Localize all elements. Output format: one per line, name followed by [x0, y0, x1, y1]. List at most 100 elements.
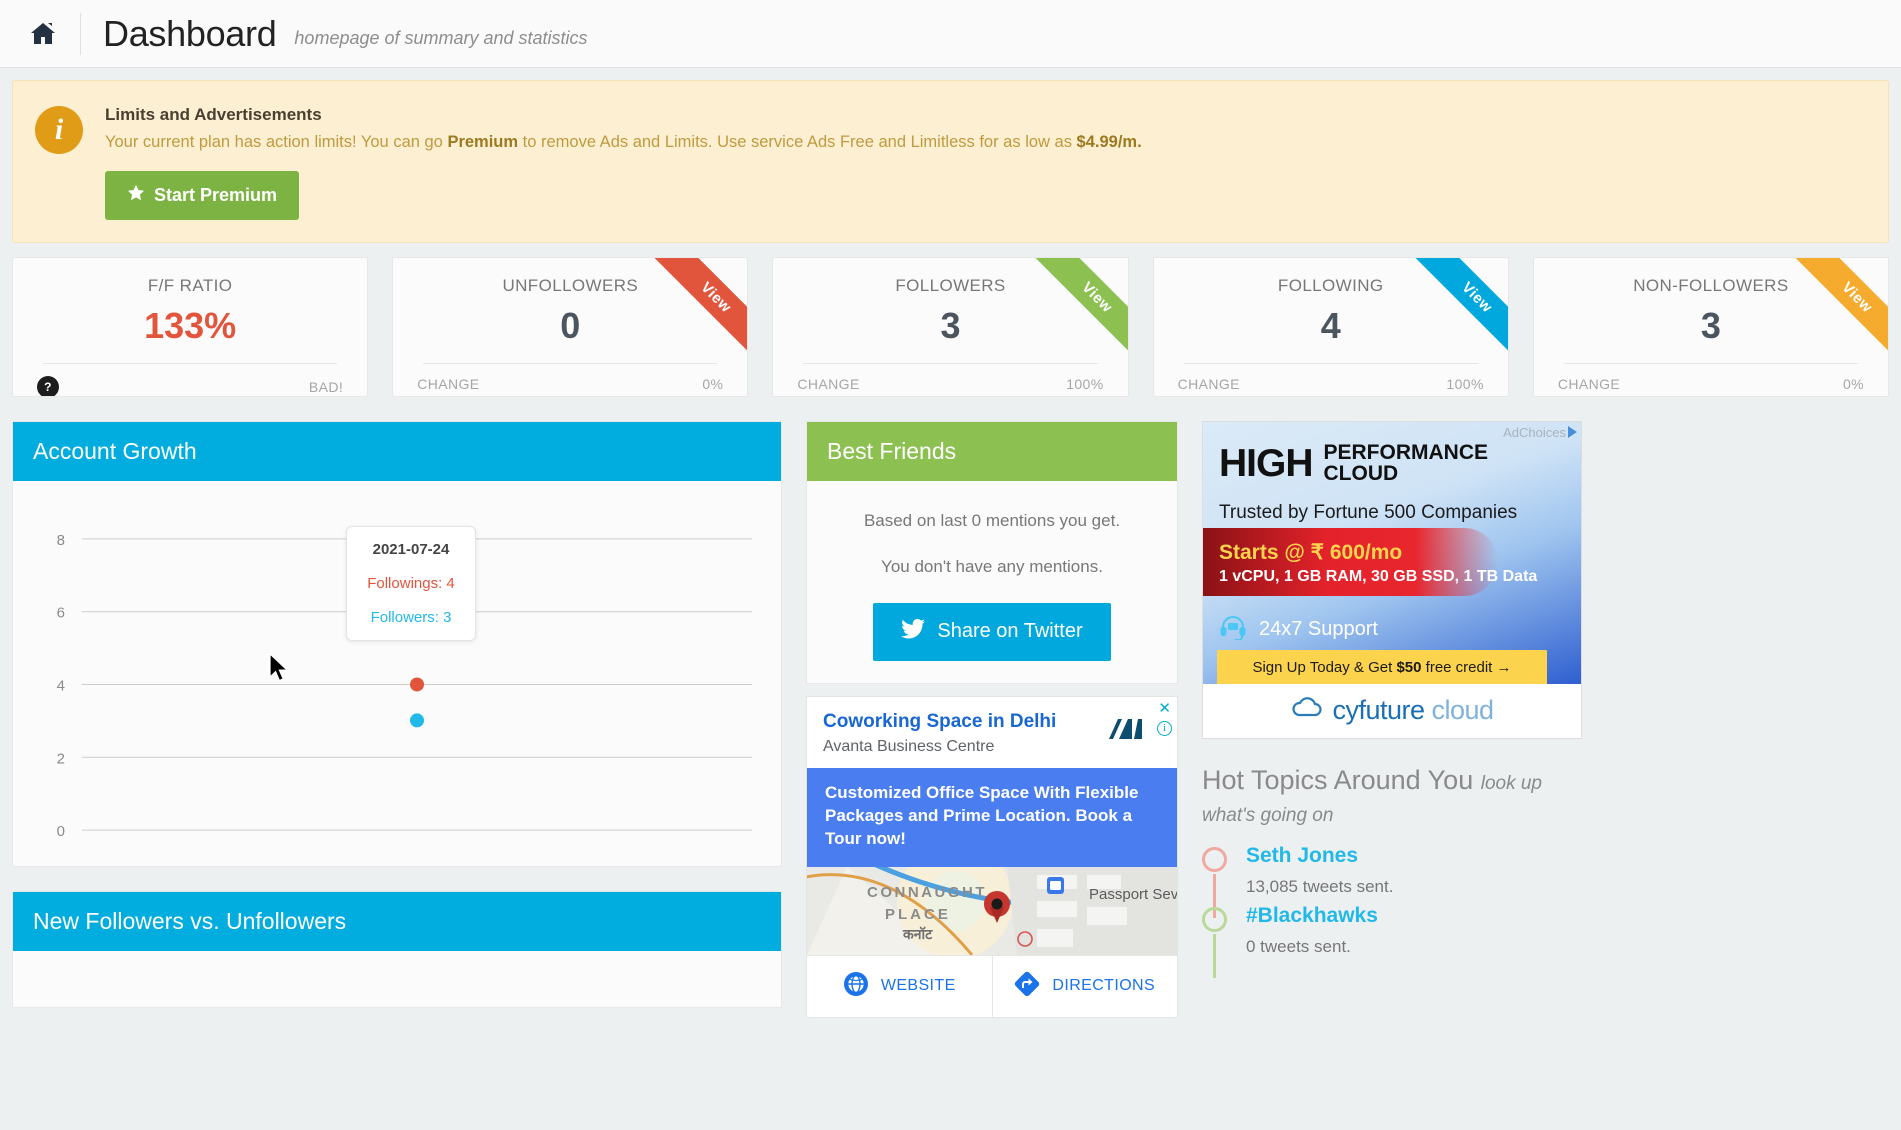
google-ad-map[interactable]: CONNAUGHT PLACE कनॉट Passport Sev [807, 866, 1177, 955]
stats-row: F/F RATIO 133% ? BAD! View UNFOLLOWERS 0… [12, 256, 1890, 397]
hot-topic-title[interactable]: #Blackhawks [1246, 904, 1378, 928]
right-ad-creative: AdChoices HIGH PERFORMANCE CLOUD Trusted… [1203, 421, 1581, 684]
alert-text-1: Your current plan has action limits! You… [105, 133, 448, 151]
account-growth-title: Account Growth [13, 421, 781, 481]
stat-foot-right: 0% [1842, 375, 1865, 392]
question-mark-icon[interactable]: ? [37, 375, 59, 396]
adchoices-badge[interactable]: AdChoices [1503, 425, 1577, 440]
stat-foot-right: BAD! [308, 378, 344, 395]
right-ad-price: Starts @ ₹ 600/mo [1219, 540, 1403, 564]
stat-footer: CHANGE 0% [1558, 376, 1864, 392]
stat-value: 4 [1320, 304, 1341, 346]
hot-topic-count: 13,085 tweets sent. [1246, 876, 1394, 896]
svg-text:कनॉट: कनॉट [902, 926, 933, 942]
website-button[interactable]: WEBSITE [807, 956, 992, 1017]
adchoices-triangle-icon [1568, 426, 1577, 439]
hot-topic-dot-icon [1202, 906, 1227, 932]
hot-topics-title: Hot Topics Around You [1202, 764, 1474, 795]
stat-divider [43, 362, 338, 364]
new-followers-title: New Followers vs. Unfollowers [13, 891, 781, 951]
tooltip-followings: Followings: 4 [367, 574, 455, 592]
stat-foot-right: 100% [1066, 375, 1104, 392]
stat-value: 3 [940, 304, 961, 346]
right-ad-cta-button[interactable]: Sign Up Today & Get $50 free credit → [1217, 649, 1547, 684]
brand-part2: cloud [1424, 695, 1494, 726]
svg-text:2: 2 [57, 750, 65, 767]
google-ad-banner[interactable]: Customized Office Space With Flexible Pa… [807, 767, 1177, 867]
limits-alert: i Limits and Advertisements Your current… [12, 80, 1889, 243]
page-title: Dashboard [103, 12, 277, 54]
alert-message: Your current plan has action limits! You… [105, 131, 1142, 155]
cta-bold: $50 [1396, 658, 1422, 676]
stat-divider [1563, 362, 1859, 364]
home-icon[interactable] [28, 19, 58, 49]
stat-label: FOLLOWERS [895, 275, 1006, 295]
stat-card-following: View FOLLOWING 4 CHANGE 100% [1152, 256, 1509, 397]
svg-text:6: 6 [57, 605, 65, 622]
hot-topics-list: Seth Jones 13,085 tweets sent. #Blackhaw… [1202, 843, 1582, 978]
best-friends-panel: Best Friends Based on last 0 mentions yo… [806, 420, 1178, 684]
directions-button[interactable]: DIRECTIONS [991, 955, 1178, 1017]
right-ad-headline-line1: PERFORMANCE [1323, 440, 1489, 464]
stat-card-unfollowers: View UNFOLLOWERS 0 CHANGE 0% [392, 256, 749, 397]
stat-footer: ? BAD! [37, 375, 344, 396]
adchoices-label: AdChoices [1503, 424, 1566, 440]
hot-topic-content: #Blackhawks 0 tweets sent. [1246, 903, 1378, 957]
start-premium-button[interactable]: Start Premium [105, 170, 300, 220]
cloud-icon [1290, 696, 1324, 725]
best-friends-line1: Based on last 0 mentions you get. [863, 510, 1121, 530]
stat-card-ff-ratio: F/F RATIO 133% ? BAD! [12, 256, 369, 397]
stat-divider [1183, 362, 1478, 364]
stat-foot-right: 0% [702, 375, 724, 392]
list-item[interactable]: #Blackhawks 0 tweets sent. [1202, 903, 1582, 978]
stat-foot-left: CHANGE [1557, 375, 1621, 392]
alert-title: Limits and Advertisements [105, 105, 322, 124]
svg-text:Passport Sev: Passport Sev [1089, 886, 1177, 903]
left-column: Account Growth 8 6 4 2 0 2021-07-24 Foll… [12, 420, 782, 1008]
stat-label: F/F RATIO [147, 275, 233, 295]
stat-footer: CHANGE 0% [417, 376, 723, 392]
globe-icon [843, 971, 869, 1002]
cta-post: free credit → [1421, 658, 1512, 676]
alert-text-2: to remove Ads and Limits. Use service Ad… [518, 133, 1077, 151]
hot-topic-count: 0 tweets sent. [1246, 936, 1351, 956]
right-ad-specs: 1 vCPU, 1 GB RAM, 30 GB SSD, 1 TB Data [1219, 567, 1538, 585]
svg-text:8: 8 [57, 532, 65, 549]
account-growth-chart[interactable]: 8 6 4 2 0 2021-07-24 2021-07-24 Followin… [13, 481, 781, 866]
svg-text:4: 4 [57, 677, 65, 694]
directions-icon [1014, 971, 1040, 1002]
twitter-icon [901, 618, 926, 645]
start-premium-label: Start Premium [154, 184, 278, 205]
tooltip-followers: Followers: 3 [370, 608, 452, 626]
stat-footer: CHANGE 100% [1178, 376, 1484, 392]
alert-body: Limits and Advertisements Your current p… [105, 103, 1142, 220]
svg-text:CONNAUGHT: CONNAUGHT [867, 884, 987, 901]
google-ad-card[interactable]: Coworking Space in Delhi Avanta Business… [806, 695, 1178, 1018]
page-subtitle: homepage of summary and statistics [294, 27, 588, 48]
right-sidebar-ad[interactable]: AdChoices HIGH PERFORMANCE CLOUD Trusted… [1202, 420, 1582, 739]
stat-divider [803, 362, 1098, 364]
right-column: AdChoices HIGH PERFORMANCE CLOUD Trusted… [1202, 420, 1582, 978]
stat-foot-left: CHANGE [1177, 375, 1240, 392]
stat-card-followers: View FOLLOWERS 3 CHANGE 100% [772, 256, 1129, 397]
hot-topic-dot-icon [1202, 846, 1227, 872]
hot-topic-title[interactable]: Seth Jones [1246, 844, 1393, 868]
share-on-twitter-button[interactable]: Share on Twitter [873, 602, 1111, 661]
stat-value: 0 [560, 304, 581, 346]
chart-tooltip: 2021-07-24 Followings: 4 Followers: 3 [346, 525, 476, 641]
middle-column: Best Friends Based on last 0 mentions yo… [806, 420, 1178, 1018]
page-content: i Limits and Advertisements Your current… [0, 68, 1901, 1030]
right-ad-brand: cyfuture cloud [1332, 695, 1494, 726]
ad-info-icon[interactable]: i [1157, 720, 1172, 736]
list-item[interactable]: Seth Jones 13,085 tweets sent. [1202, 843, 1582, 918]
right-ad-support-label: 24x7 Support [1259, 618, 1378, 641]
close-icon[interactable]: ✕ [1158, 701, 1171, 716]
star-icon [127, 184, 145, 207]
info-icon: i [35, 106, 83, 154]
stat-value: 3 [1700, 304, 1721, 346]
best-friends-title: Best Friends [807, 421, 1177, 481]
hot-topic-bullet [1202, 843, 1228, 918]
stat-card-non-followers: View NON-FOLLOWERS 3 CHANGE 0% [1532, 256, 1890, 397]
directions-label: DIRECTIONS [1052, 977, 1156, 995]
advertiser-logo-icon [1109, 717, 1143, 741]
